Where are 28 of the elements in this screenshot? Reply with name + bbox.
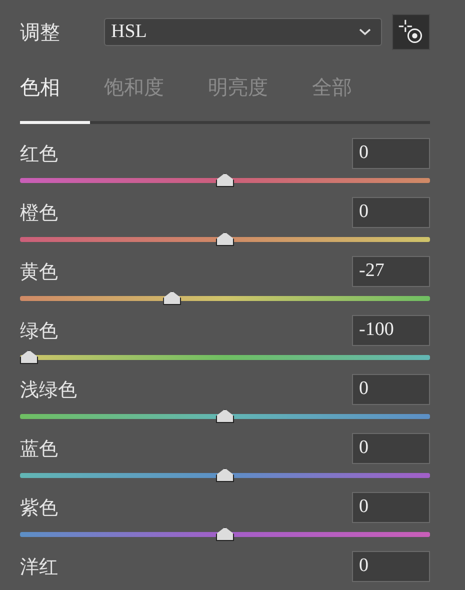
value-field[interactable]: 0 bbox=[352, 433, 430, 464]
value-field[interactable]: 0 bbox=[352, 374, 430, 405]
panel-label: 调整 bbox=[20, 18, 61, 46]
value-field[interactable]: -100 bbox=[352, 315, 430, 346]
slider-thumb[interactable] bbox=[216, 468, 234, 482]
channel-label: 紫色 bbox=[20, 496, 58, 520]
slider-thumb[interactable] bbox=[216, 527, 234, 541]
slider-thumb[interactable] bbox=[216, 232, 234, 246]
target-adjust-button[interactable] bbox=[392, 14, 430, 50]
slider-thumb[interactable] bbox=[163, 291, 182, 305]
mode-dropdown[interactable]: HSL bbox=[104, 18, 382, 46]
value-field[interactable]: 0 bbox=[352, 551, 430, 582]
value-field[interactable]: -27 bbox=[352, 256, 430, 287]
channel-label: 洋红 bbox=[20, 554, 58, 580]
channel-label: 橙色 bbox=[20, 200, 58, 226]
value-field[interactable]: 0 bbox=[352, 492, 430, 523]
slider-thumb[interactable] bbox=[20, 350, 38, 364]
chevron-icon bbox=[359, 28, 371, 36]
value-field[interactable]: 0 bbox=[352, 138, 430, 169]
tab[interactable]: 色相 bbox=[20, 74, 60, 100]
value-field[interactable]: 0 bbox=[352, 197, 430, 228]
channel-label: 红色 bbox=[20, 142, 58, 166]
channel-label: 黄色 bbox=[20, 260, 58, 284]
channel-label: 蓝色 bbox=[20, 436, 58, 462]
channel-label: 浅绿色 bbox=[20, 378, 77, 402]
slider-thumb[interactable] bbox=[216, 409, 234, 423]
channel-label: 绿色 bbox=[20, 318, 58, 344]
slider-thumb[interactable] bbox=[216, 173, 234, 187]
